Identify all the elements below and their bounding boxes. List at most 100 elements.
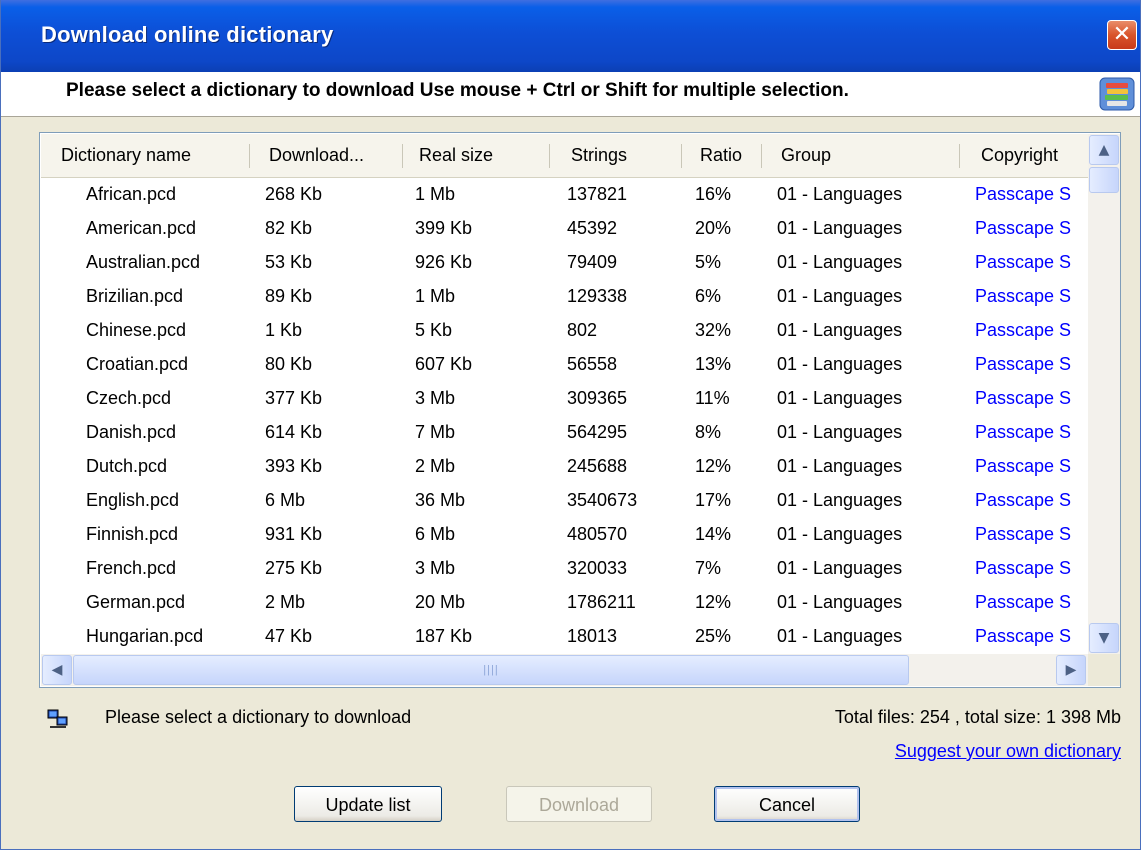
cell-download-size: 614 Kb — [265, 422, 323, 442]
cell-copyright[interactable]: Passcape S — [975, 347, 1071, 381]
download-button[interactable]: Download — [506, 786, 652, 822]
cell-download-size: 931 Kb — [265, 524, 323, 544]
scroll-left-button[interactable]: ◀ — [42, 655, 72, 685]
column-header-name[interactable]: Dictionary name — [61, 134, 191, 177]
cell-group: 01 - Languages — [777, 422, 903, 442]
suggest-dictionary-link[interactable]: Suggest your own dictionary — [895, 741, 1121, 762]
column-header-ratio[interactable]: Ratio — [700, 134, 742, 177]
scroll-down-button[interactable]: ▼ — [1089, 623, 1119, 653]
cell-real-size: 607 Kb — [415, 354, 473, 374]
cell-strings: 79409 — [567, 252, 618, 272]
cell-group: 01 - Languages — [777, 184, 903, 204]
column-header-group[interactable]: Group — [781, 134, 831, 177]
column-divider[interactable] — [959, 144, 960, 168]
cell-download-size: 6 Mb — [265, 490, 306, 510]
cell-download-size: 82 Kb — [265, 218, 313, 238]
cell-name: Danish.pcd — [86, 422, 177, 442]
cell-copyright[interactable]: Passcape S — [975, 211, 1071, 245]
cell-copyright[interactable]: Passcape S — [975, 279, 1071, 313]
scroll-up-button[interactable]: ▲ — [1089, 135, 1119, 165]
vertical-scroll-thumb[interactable] — [1089, 167, 1119, 193]
cell-group: 01 - Languages — [777, 388, 903, 408]
cell-ratio: 11% — [695, 388, 730, 408]
chevron-up-icon: ▲ — [1098, 142, 1110, 158]
totals-summary: Total files: 254 , total size: 1 398 Mb — [834, 707, 1121, 727]
close-button[interactable]: ✕ — [1107, 20, 1137, 50]
table-row[interactable]: German.pcd 2 Mb 20 Mb 1786211 12% 01 - Langua… — [41, 585, 1088, 619]
cell-ratio: 5% — [695, 252, 722, 272]
cell-name: Hungarian.pcd — [86, 626, 204, 646]
cell-group: 01 - Languages — [777, 490, 903, 510]
cell-copyright[interactable]: Passcape S — [975, 415, 1071, 449]
grip-icon: |||| — [483, 664, 499, 676]
cell-ratio: 20% — [695, 218, 732, 238]
cell-name: Australian.pcd — [86, 252, 201, 272]
column-header-real-size[interactable]: Real size — [419, 134, 493, 177]
cell-download-size: 47 Kb — [265, 626, 313, 646]
cell-copyright[interactable]: Passcape S — [975, 483, 1071, 517]
cell-group: 01 - Languages — [777, 252, 903, 272]
table-row[interactable]: African.pcd 268 Kb 1 Mb 137821 16% 01 - Langu… — [41, 177, 1088, 211]
horizontal-scroll-thumb[interactable]: |||| — [73, 655, 909, 685]
table-row[interactable]: Hungarian.pcd 47 Kb 187 Kb 18013 25% 01 - Lan… — [41, 619, 1088, 653]
column-header-strings[interactable]: Strings — [571, 134, 627, 177]
cell-strings: 802 — [567, 320, 598, 340]
cell-copyright[interactable]: Passcape S — [975, 177, 1071, 211]
table-row[interactable]: Czech.pcd 377 Kb 3 Mb 309365 11% 01 - Languag… — [41, 381, 1088, 415]
cell-copyright[interactable]: Passcape S — [975, 449, 1071, 483]
close-icon: ✕ — [1112, 22, 1132, 47]
horizontal-scrollbar[interactable]: ◀ |||| ▶ — [41, 654, 1088, 686]
cell-name: Brizilian.pcd — [86, 286, 184, 306]
cell-copyright[interactable]: Passcape S — [975, 551, 1071, 585]
network-computers-icon — [47, 709, 68, 728]
table-row[interactable]: Brizilian.pcd 89 Kb 1 Mb 129338 6% 01 - Langu… — [41, 279, 1088, 313]
cell-ratio: 17% — [695, 490, 732, 510]
cell-copyright[interactable]: Passcape S — [975, 517, 1071, 551]
vertical-scrollbar[interactable]: ▲ ▼ — [1088, 134, 1120, 654]
cell-group: 01 - Languages — [777, 524, 903, 544]
cell-download-size: 275 Kb — [265, 558, 323, 578]
cell-real-size: 2 Mb — [415, 456, 456, 476]
title-bar[interactable]: Download online dictionary ✕ — [1, 0, 1140, 72]
cell-copyright[interactable]: Passcape S — [975, 245, 1071, 279]
cell-strings: 245688 — [567, 456, 628, 476]
books-icon — [1099, 77, 1135, 111]
cell-real-size: 7 Mb — [415, 422, 456, 442]
table-row[interactable]: French.pcd 275 Kb 3 Mb 320033 7% 01 - Languag… — [41, 551, 1088, 585]
cell-strings: 18013 — [567, 626, 618, 646]
table-row[interactable]: Chinese.pcd 1 Kb 5 Kb 802 32% 01 - Languages P… — [41, 313, 1088, 347]
cell-copyright[interactable]: Passcape S — [975, 619, 1071, 653]
table-row[interactable]: Finnish.pcd 931 Kb 6 Mb 480570 14% 01 - Langu… — [41, 517, 1088, 551]
update-list-button[interactable]: Update list — [294, 786, 442, 822]
table-row[interactable]: American.pcd 82 Kb 399 Kb 45392 20% 01 - Lang… — [41, 211, 1088, 245]
column-header-download[interactable]: Download... — [269, 134, 364, 177]
column-divider[interactable] — [249, 144, 250, 168]
cell-group: 01 - Languages — [777, 218, 903, 238]
table-row[interactable]: Danish.pcd 614 Kb 7 Mb 564295 8% 01 - Languag… — [41, 415, 1088, 449]
cell-strings: 45392 — [567, 218, 618, 238]
status-message: Please select a dictionary to download — [105, 707, 412, 727]
table-row[interactable]: English.pcd 6 Mb 36 Mb 3540673 17% 01 - Langu… — [41, 483, 1088, 517]
cell-copyright[interactable]: Passcape S — [975, 381, 1071, 415]
column-divider[interactable] — [402, 144, 403, 168]
table-row[interactable]: Dutch.pcd 393 Kb 2 Mb 245688 12% 01 - Languag… — [41, 449, 1088, 483]
cell-strings: 137821 — [567, 184, 628, 204]
cell-ratio: 12% — [695, 592, 732, 612]
column-divider[interactable] — [549, 144, 550, 168]
chevron-right-icon: ▶ — [1065, 662, 1077, 678]
column-divider[interactable] — [681, 144, 682, 168]
scroll-right-button[interactable]: ▶ — [1056, 655, 1086, 685]
table-row[interactable]: Croatian.pcd 80 Kb 607 Kb 56558 13% 01 - Lang… — [41, 347, 1088, 381]
column-header-copyright[interactable]: Copyright — [981, 134, 1058, 177]
cell-ratio: 7% — [695, 558, 722, 578]
chevron-left-icon: ◀ — [51, 662, 63, 678]
dictionary-list[interactable]: Dictionary name Download... Real size St… — [39, 132, 1121, 688]
cell-real-size: 6 Mb — [415, 524, 456, 544]
column-divider[interactable] — [761, 144, 762, 168]
table-row[interactable]: Australian.pcd 53 Kb 926 Kb 79409 5% 01 - Lan… — [41, 245, 1088, 279]
cell-download-size: 393 Kb — [265, 456, 323, 476]
cell-copyright[interactable]: Passcape S — [975, 585, 1071, 619]
cell-copyright[interactable]: Passcape S — [975, 313, 1071, 347]
cancel-button[interactable]: Cancel — [714, 786, 860, 822]
cell-group: 01 - Languages — [777, 626, 903, 646]
